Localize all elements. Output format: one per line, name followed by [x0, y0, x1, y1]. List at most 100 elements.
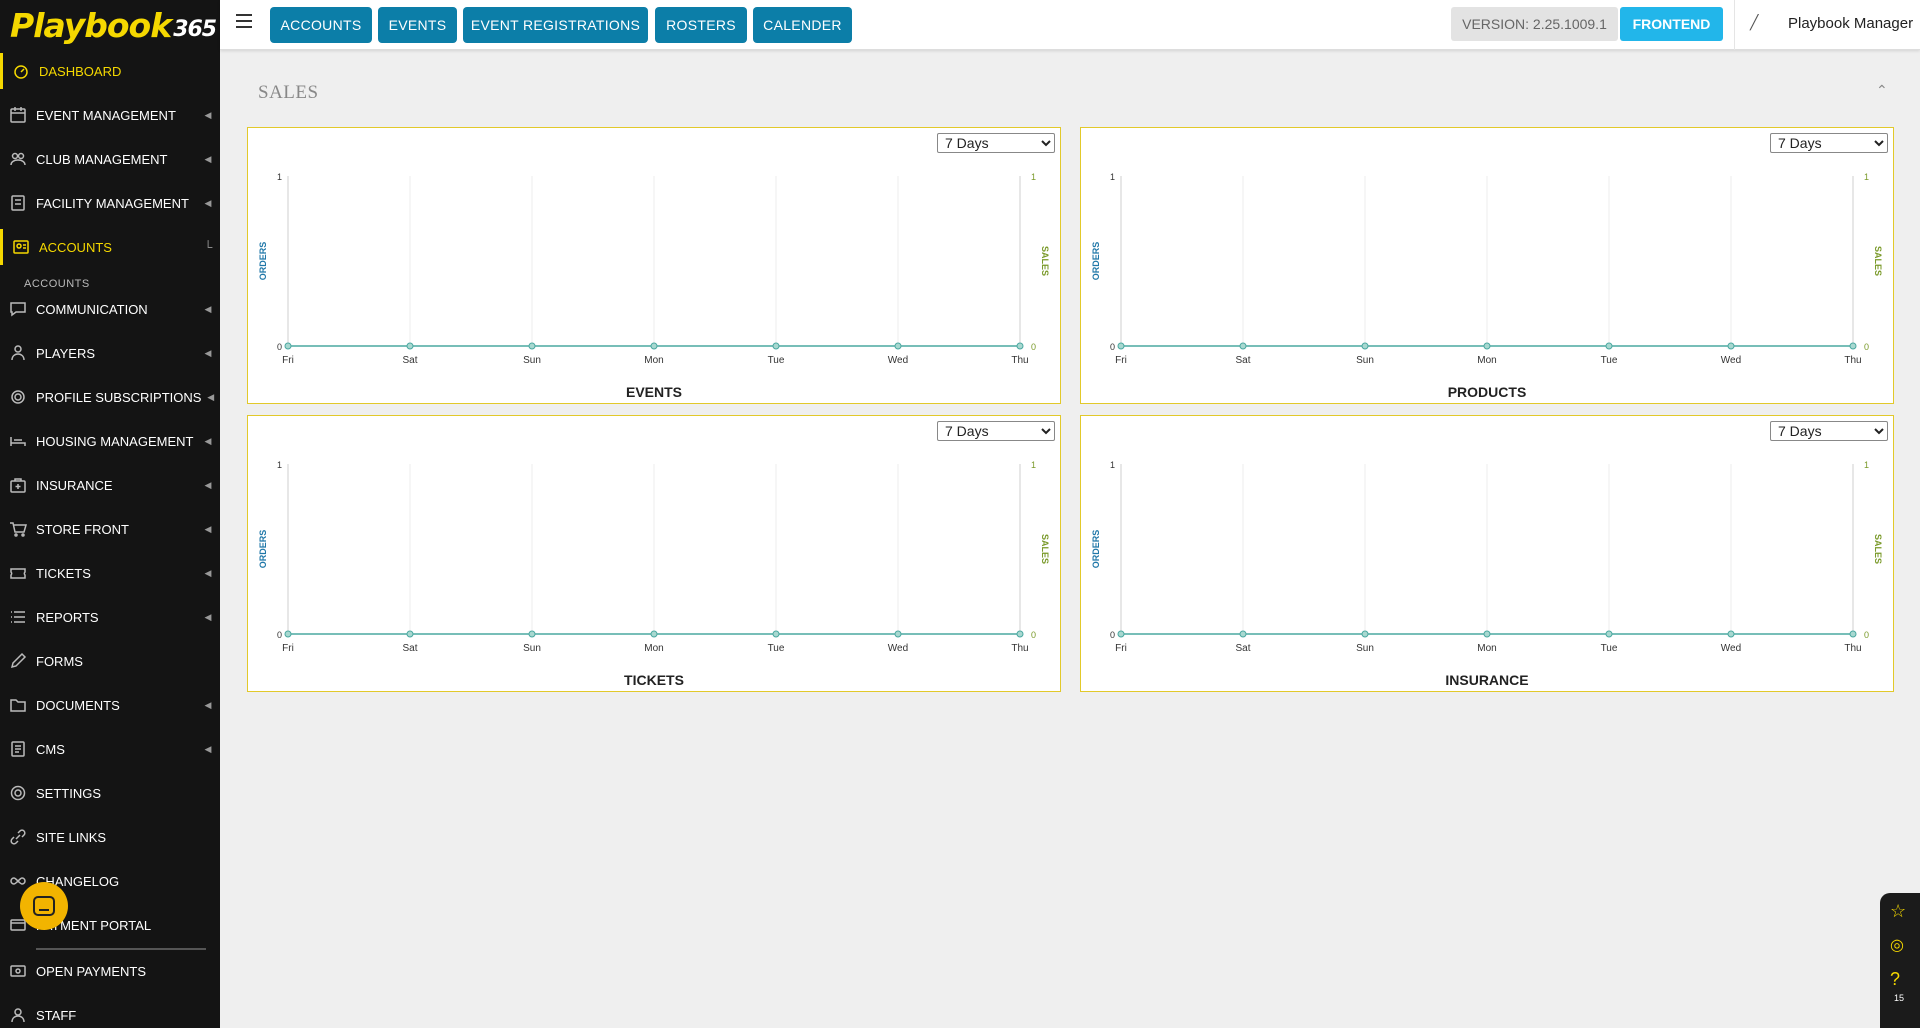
- sidebar-item-documents[interactable]: DOCUMENTS ◀: [0, 687, 220, 723]
- chevron-left-icon[interactable]: ◀: [196, 348, 220, 359]
- logo[interactable]: Playbook 365: [0, 0, 220, 50]
- sidebar: Playbook 365 DASHBOARD EVENT MANAGEMENT ◀ C…: [0, 0, 220, 1028]
- sidebar-item-label: DASHBOARD: [39, 63, 122, 79]
- x-tick-label: Mon: [1477, 643, 1496, 654]
- sidebar-item-label: DOCUMENTS: [36, 697, 120, 713]
- chevron-down-icon[interactable]: └: [196, 240, 220, 254]
- sidebar-item-staff[interactable]: STAFF: [0, 997, 220, 1028]
- sidebar-item-label: CHANGELOG: [36, 873, 120, 889]
- sidebar-item-forms[interactable]: FORMS: [0, 643, 220, 679]
- sidebar-item-dashboard[interactable]: DASHBOARD: [0, 53, 220, 89]
- data-point: [1117, 342, 1125, 350]
- menu-toggle-icon[interactable]: [236, 14, 252, 28]
- chat-widget-button[interactable]: [20, 882, 68, 930]
- chevron-left-icon[interactable]: ◀: [196, 700, 220, 711]
- sidebar-item-label: CLUB MANAGEMENT: [36, 151, 168, 167]
- chevron-left-icon[interactable]: ◀: [196, 568, 220, 579]
- sidebar-item-reports[interactable]: REPORTS ◀: [0, 599, 220, 635]
- facility-icon: [0, 194, 36, 212]
- sidebar-item-profile-subscriptions[interactable]: PROFILE SUBSCRIPTIONS ◀: [0, 379, 220, 415]
- sidebar-item-housing-management[interactable]: HOUSING MANAGEMENT ◀: [0, 423, 220, 459]
- y-axis-label-right: SALES: [1040, 534, 1050, 564]
- data-point: [1016, 630, 1024, 638]
- sidebar-item-store-front[interactable]: STORE FRONT ◀: [0, 511, 220, 547]
- x-tick-label: Sat: [1235, 355, 1250, 366]
- sidebar-item-label: COMMUNICATION: [36, 301, 148, 317]
- y-tick-label-left: 1: [1110, 172, 1115, 182]
- list-icon: [0, 608, 36, 626]
- topbar-button-accounts[interactable]: ACCOUNTS: [270, 7, 372, 43]
- sidebar-item-club-management[interactable]: CLUB MANAGEMENT ◀: [0, 141, 220, 177]
- cms-icon: [0, 740, 36, 758]
- chart-card-tickets: 7 Days 1 1 0 0 ORDERS SALES Fri Sat Sun Mon Tue Wed…: [247, 415, 1061, 692]
- chevron-left-icon[interactable]: ◀: [196, 110, 220, 121]
- x-tick-label: Sat: [1235, 643, 1250, 654]
- x-tick-label: Thu: [1011, 355, 1028, 366]
- data-point: [1361, 630, 1369, 638]
- chevron-left-icon[interactable]: ◀: [196, 304, 220, 315]
- chevron-left-icon[interactable]: ◀: [196, 524, 220, 535]
- y-axis-label-left: ORDERS: [1091, 242, 1101, 281]
- chevron-left-icon[interactable]: ◀: [196, 612, 220, 623]
- collapse-icon[interactable]: ⌃: [1876, 82, 1888, 99]
- medical-bag-icon: [0, 476, 36, 494]
- data-point: [1117, 630, 1125, 638]
- chevron-left-icon[interactable]: ◀: [196, 480, 220, 491]
- x-tick-label: Mon: [644, 355, 663, 366]
- sidebar-item-accounts[interactable]: ACCOUNTS └: [0, 229, 220, 265]
- chevron-left-icon[interactable]: ◀: [196, 744, 220, 755]
- chart-plot: 1 1 0 0 ORDERS SALES Fri Sat Sun Mon Tue Wed Thu: [258, 460, 1050, 654]
- frontend-button[interactable]: FRONTEND: [1620, 7, 1723, 41]
- star-icon[interactable]: ☆: [1890, 901, 1906, 922]
- topbar-button-event-registrations[interactable]: EVENT REGISTRATIONS: [463, 7, 648, 43]
- chart-card-events: 7 Days 1 1 0 0 ORDERS SALES Fri Sat Sun Mon Tue Wed…: [247, 127, 1061, 404]
- sidebar-item-label: HOUSING MANAGEMENT: [36, 433, 194, 449]
- sidebar-item-communication[interactable]: COMMUNICATION ◀: [0, 291, 220, 327]
- chevron-left-icon[interactable]: ◀: [201, 392, 220, 403]
- data-point: [772, 630, 780, 638]
- sidebar-item-players[interactable]: PLAYERS ◀: [0, 335, 220, 371]
- x-tick-label: Sun: [1356, 643, 1374, 654]
- chevron-left-icon[interactable]: ◀: [196, 436, 220, 447]
- chevron-left-icon[interactable]: ◀: [196, 154, 220, 165]
- sidebar-item-tickets[interactable]: TICKETS ◀: [0, 555, 220, 591]
- x-tick-label: Tue: [768, 643, 785, 654]
- topbar-button-rosters[interactable]: ROSTERS: [655, 7, 747, 43]
- chart-plot: 1 1 0 0 ORDERS SALES Fri Sat Sun Mon Tue Wed Thu: [258, 172, 1050, 366]
- data-point: [1239, 342, 1247, 350]
- x-tick-label: Fri: [1115, 643, 1127, 654]
- sidebar-subitem-accounts[interactable]: ACCOUNTS: [24, 278, 90, 292]
- y-tick-label-right: 1: [1864, 460, 1869, 470]
- sidebar-item-label: SITE LINKS: [36, 829, 107, 845]
- sidebar-item-facility-management[interactable]: FACILITY MANAGEMENT ◀: [0, 185, 220, 221]
- sidebar-divider: [36, 948, 206, 950]
- topbar-button-events[interactable]: EVENTS: [378, 7, 457, 43]
- data-point: [1239, 630, 1247, 638]
- topbar-button-calender[interactable]: CALENDER: [753, 7, 852, 43]
- chart-title: TICKETS: [624, 672, 684, 688]
- x-tick-label: Wed: [888, 355, 908, 366]
- bed-icon: [0, 432, 36, 450]
- broadcast-icon[interactable]: ◎: [1890, 935, 1904, 955]
- y-tick-label-right: 1: [1031, 172, 1036, 182]
- x-tick-label: Fri: [1115, 355, 1127, 366]
- data-point: [772, 342, 780, 350]
- user-avatar-icon[interactable]: ╱: [1750, 14, 1758, 31]
- cart-icon: [0, 520, 36, 538]
- sidebar-item-settings[interactable]: SETTINGS: [0, 775, 220, 811]
- chevron-left-icon[interactable]: ◀: [196, 198, 220, 209]
- sidebar-item-insurance[interactable]: INSURANCE ◀: [0, 467, 220, 503]
- sidebar-item-event-management[interactable]: EVENT MANAGEMENT ◀: [0, 97, 220, 133]
- help-icon[interactable]: ?: [1890, 969, 1900, 990]
- sidebar-item-open-payments[interactable]: OPEN PAYMENTS: [0, 953, 220, 989]
- sidebar-item-cms[interactable]: CMS ◀: [0, 731, 220, 767]
- x-tick-label: Thu: [1011, 643, 1028, 654]
- x-tick-label: Wed: [1721, 643, 1741, 654]
- x-tick-label: Sat: [402, 355, 417, 366]
- topbar-divider: [1734, 0, 1735, 50]
- sidebar-item-site-links[interactable]: SITE LINKS: [0, 819, 220, 855]
- data-point: [406, 630, 414, 638]
- y-tick-label-left: 1: [277, 460, 282, 470]
- user-menu[interactable]: Playbook Manager: [1788, 15, 1913, 32]
- data-point: [1361, 342, 1369, 350]
